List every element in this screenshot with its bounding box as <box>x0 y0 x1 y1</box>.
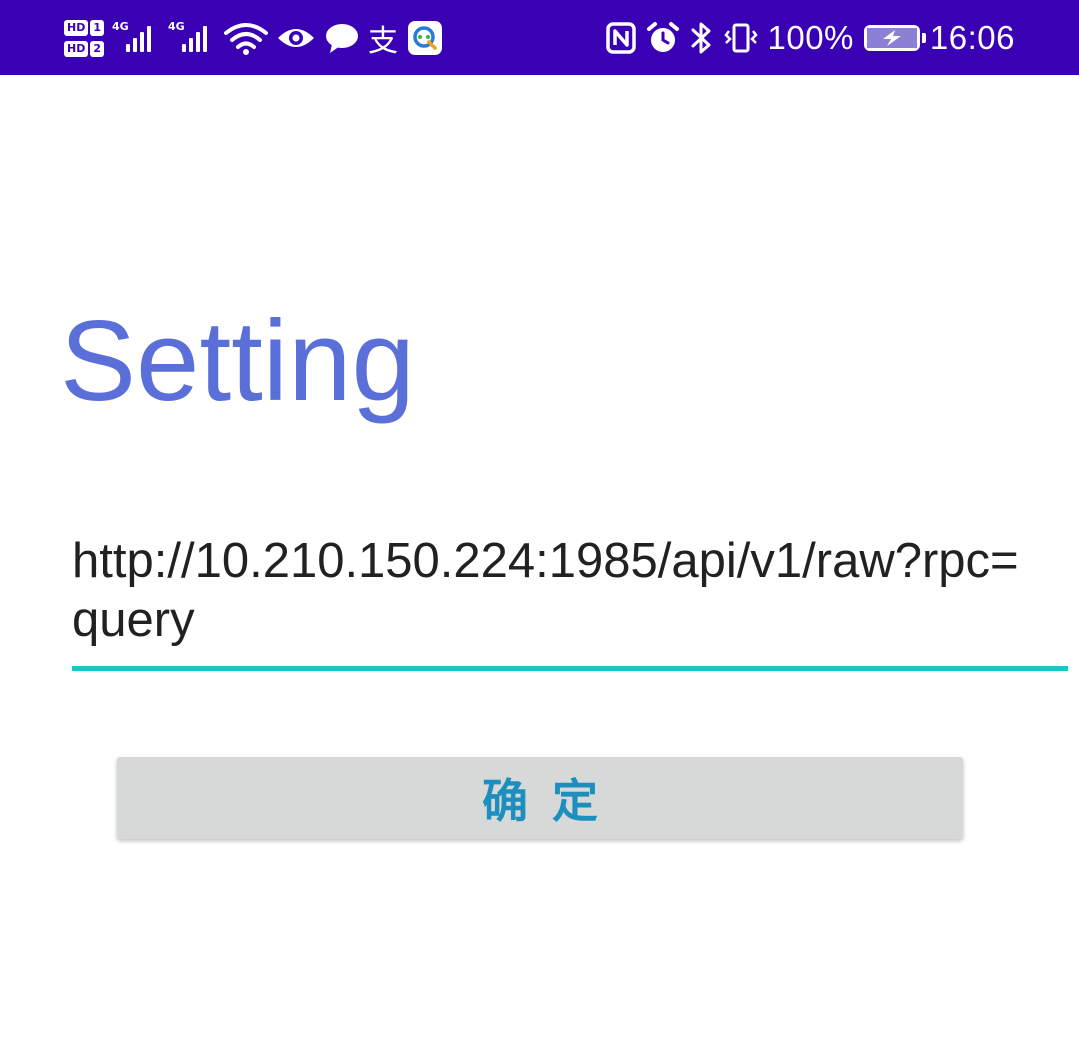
hd-badge: HD <box>64 19 89 36</box>
server-url-field[interactable]: http://10.210.150.224:1985/api/v1/raw?rp… <box>72 532 1068 674</box>
nfc-icon <box>605 22 636 54</box>
bluetooth-icon <box>691 22 710 54</box>
signal-icon: 4G <box>112 20 160 56</box>
sim-number: 1 <box>90 19 104 36</box>
confirm-button[interactable]: 确定 <box>117 757 963 839</box>
sim1-indicator: HD 1 <box>64 19 104 36</box>
alipay-icon: 支 <box>368 24 399 59</box>
alarm-icon <box>646 22 679 52</box>
app-notification-icon <box>407 21 442 55</box>
page-title: Setting <box>60 298 415 425</box>
status-bar-left: HD 1 HD 2 4G 4G 支 <box>64 8 443 68</box>
battery-charging-icon <box>863 25 926 51</box>
clock: 16:06 <box>929 19 1015 56</box>
sim2-indicator: HD 2 <box>64 40 104 57</box>
battery-percentage: 100% <box>767 19 854 56</box>
chat-bubble-icon <box>326 24 358 53</box>
signal-icon: 4G <box>168 20 216 56</box>
confirm-button-label: 确定 <box>482 774 622 828</box>
sim-number: 2 <box>90 40 104 57</box>
server-url-input[interactable]: http://10.210.150.224:1985/api/v1/raw?rp… <box>72 532 1032 650</box>
input-underline <box>72 666 1068 671</box>
status-bar-right: 100% 16:06 <box>605 10 1016 66</box>
hd-badge: HD <box>64 40 89 57</box>
status-bar: HD 1 HD 2 4G 4G 支 100% 16:06 <box>0 0 1079 75</box>
wifi-icon <box>224 23 268 55</box>
vibrate-icon <box>723 23 758 53</box>
eye-icon <box>278 29 314 47</box>
sim-indicators: HD 1 HD 2 <box>64 19 104 57</box>
